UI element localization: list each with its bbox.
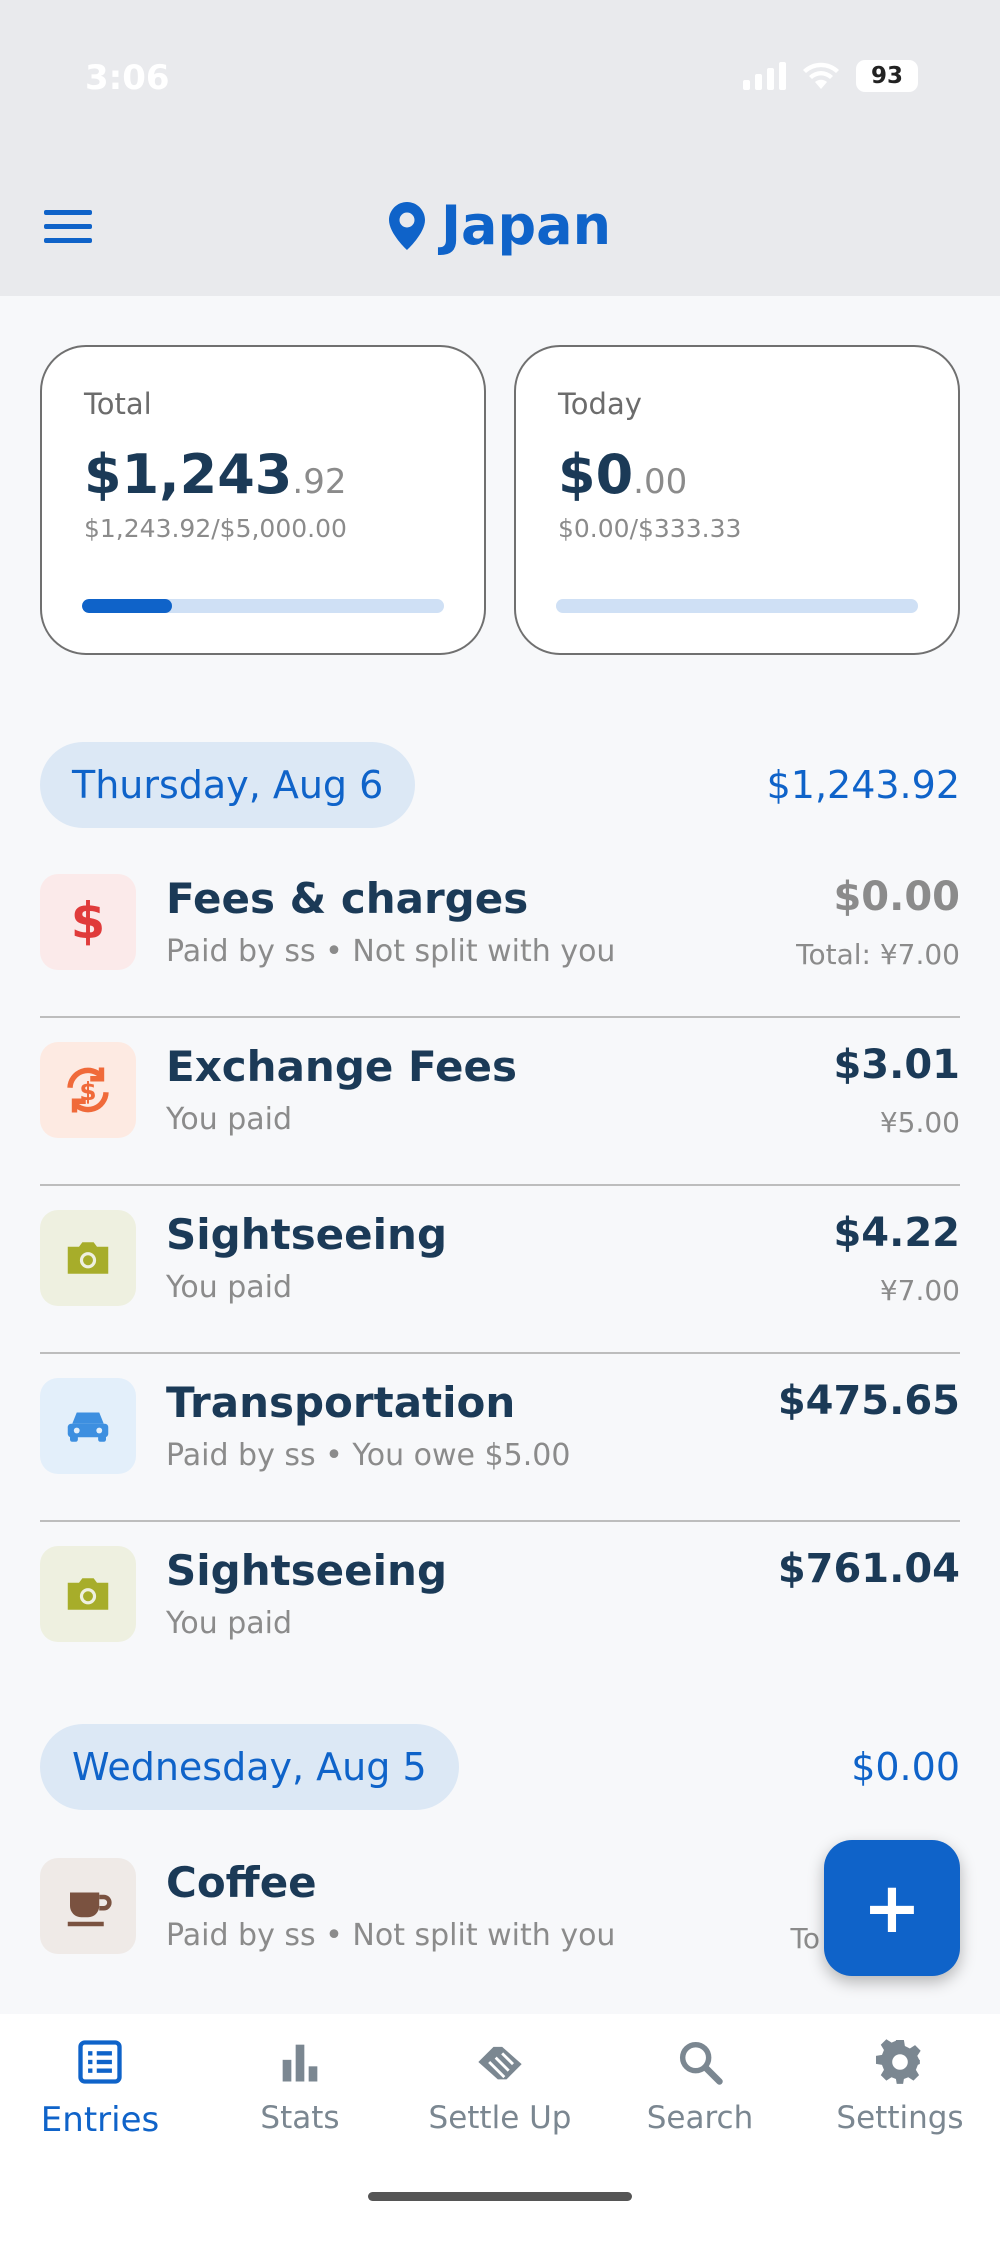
plus-icon: + bbox=[862, 1867, 922, 1949]
list-item[interactable]: Sightseeing You paid $761.04 bbox=[40, 1522, 960, 1690]
today-value: $0.00 bbox=[558, 443, 688, 506]
signal-icon bbox=[743, 62, 786, 90]
date-pill: Wednesday, Aug 5 bbox=[40, 1724, 459, 1810]
dollar-icon: $ bbox=[40, 874, 136, 970]
today-card[interactable]: Today $0.00 $0.00/$333.33 bbox=[514, 345, 960, 655]
list-item[interactable]: Transportation Paid by ss • You owe $5.0… bbox=[40, 1354, 960, 1522]
wifi-icon bbox=[803, 62, 839, 89]
car-icon bbox=[40, 1378, 136, 1474]
today-label: Today bbox=[558, 387, 642, 421]
trip-title-text: Japan bbox=[440, 194, 612, 257]
list-item[interactable]: Coffee Paid by ss • Not split with you T… bbox=[40, 1834, 960, 2002]
exchange-icon: $ bbox=[40, 1042, 136, 1138]
total-card[interactable]: Total $1,243.92 $1,243.92/$5,000.00 bbox=[40, 345, 486, 655]
date-header-thursday: Thursday, Aug 6 $1,243.92 bbox=[40, 742, 960, 828]
camera-icon bbox=[40, 1546, 136, 1642]
date-total: $1,243.92 bbox=[766, 763, 960, 807]
total-budget: $1,243.92/$5,000.00 bbox=[84, 514, 347, 543]
bottom-tab-bar: Entries Stats Settle Up Search Settings bbox=[0, 2014, 1000, 2244]
total-progress-bar bbox=[82, 599, 444, 613]
date-total: $0.00 bbox=[851, 1745, 960, 1789]
tab-stats[interactable]: Stats bbox=[200, 2036, 400, 2136]
date-header-wednesday: Wednesday, Aug 5 $0.00 bbox=[40, 1724, 960, 1810]
add-entry-button[interactable]: + bbox=[824, 1840, 960, 1976]
coffee-icon bbox=[40, 1858, 136, 1954]
gear-icon bbox=[875, 2039, 921, 2084]
date-pill: Thursday, Aug 6 bbox=[40, 742, 416, 828]
total-label: Total bbox=[84, 387, 152, 421]
tab-search[interactable]: Search bbox=[600, 2036, 800, 2136]
today-progress-bar bbox=[556, 599, 918, 613]
list-item[interactable]: $ Exchange Fees You paid $3.01 ¥5.00 bbox=[40, 1018, 960, 1186]
svg-text:$: $ bbox=[79, 1077, 96, 1106]
camera-icon bbox=[40, 1210, 136, 1306]
list-icon bbox=[78, 2040, 122, 2084]
status-time: 3:06 bbox=[85, 58, 170, 98]
battery-indicator: 93 bbox=[856, 60, 918, 92]
today-budget: $0.00/$333.33 bbox=[558, 514, 742, 543]
handshake-icon bbox=[478, 2046, 522, 2080]
tab-entries[interactable]: Entries bbox=[0, 2036, 200, 2140]
location-pin-icon bbox=[388, 201, 425, 250]
home-indicator bbox=[368, 2192, 632, 2201]
status-icons: 93 bbox=[743, 60, 918, 92]
list-item[interactable]: $ Fees & charges Paid by ss • Not split … bbox=[40, 850, 960, 1018]
bar-chart-icon bbox=[282, 2044, 318, 2082]
svg-text:$: $ bbox=[71, 895, 105, 949]
app-header: Japan bbox=[0, 160, 1000, 296]
tab-settings[interactable]: Settings bbox=[800, 2036, 1000, 2136]
total-progress-fill bbox=[82, 599, 173, 613]
total-value: $1,243.92 bbox=[84, 443, 347, 506]
list-item[interactable]: Sightseeing You paid $4.22 ¥7.00 bbox=[40, 1186, 960, 1354]
status-bar: 3:06 93 bbox=[0, 0, 1000, 160]
trip-title[interactable]: Japan bbox=[388, 194, 612, 257]
tab-settle-up[interactable]: Settle Up bbox=[400, 2036, 600, 2136]
search-icon bbox=[679, 2041, 723, 2085]
